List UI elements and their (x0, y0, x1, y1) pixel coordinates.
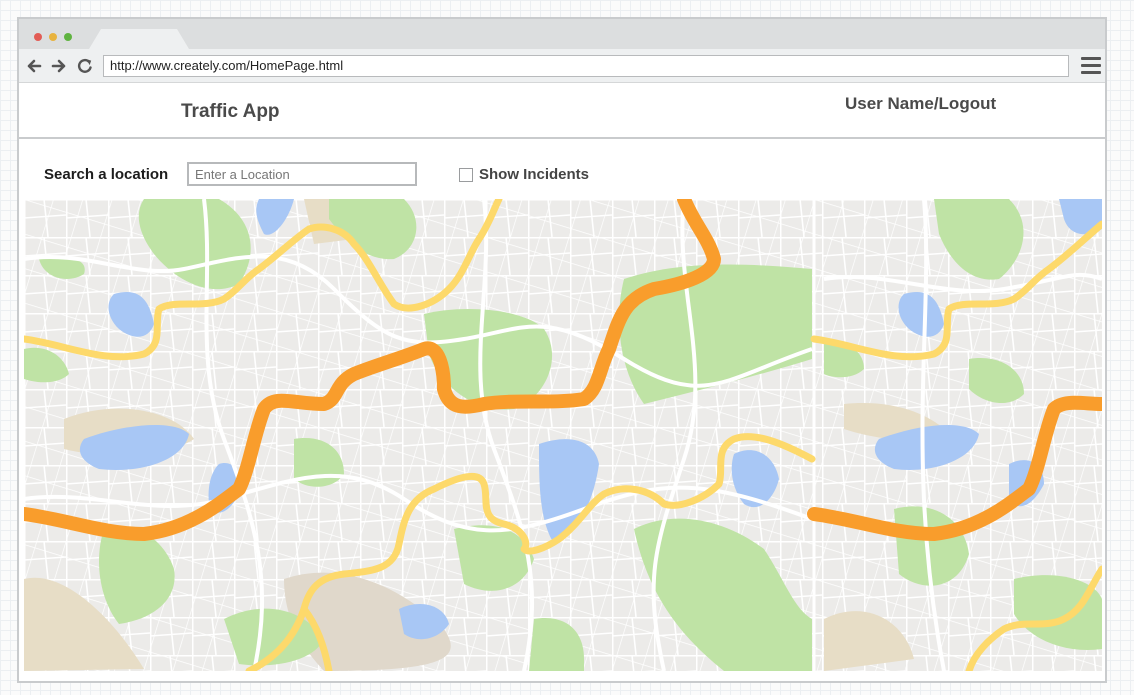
maximize-window-icon[interactable] (64, 33, 72, 41)
forward-arrow-icon[interactable] (50, 57, 68, 75)
show-incidents-checkbox[interactable] (459, 168, 473, 182)
back-arrow-icon[interactable] (25, 57, 43, 75)
hamburger-menu-icon[interactable] (1081, 57, 1101, 75)
user-logout-link[interactable]: User Name/Logout (845, 94, 996, 114)
app-title: Traffic App (181, 101, 280, 122)
traffic-map[interactable] (24, 199, 1102, 671)
browser-window: http://www.creately.com/HomePage.html Tr… (17, 17, 1107, 683)
minimize-window-icon[interactable] (49, 33, 57, 41)
browser-toolbar: http://www.creately.com/HomePage.html (19, 49, 1105, 83)
map-canvas[interactable] (24, 199, 1102, 671)
show-incidents-label: Show Incidents (479, 166, 590, 183)
browser-tab[interactable] (89, 29, 189, 49)
app-header: Traffic App User Name/Logout (19, 83, 1105, 139)
title-bar (19, 19, 1105, 49)
close-window-icon[interactable] (34, 33, 42, 41)
refresh-icon[interactable] (76, 57, 94, 75)
search-label: Search a location (44, 166, 169, 183)
address-bar[interactable]: http://www.creately.com/HomePage.html (103, 55, 1069, 77)
location-search-input[interactable] (187, 162, 417, 186)
